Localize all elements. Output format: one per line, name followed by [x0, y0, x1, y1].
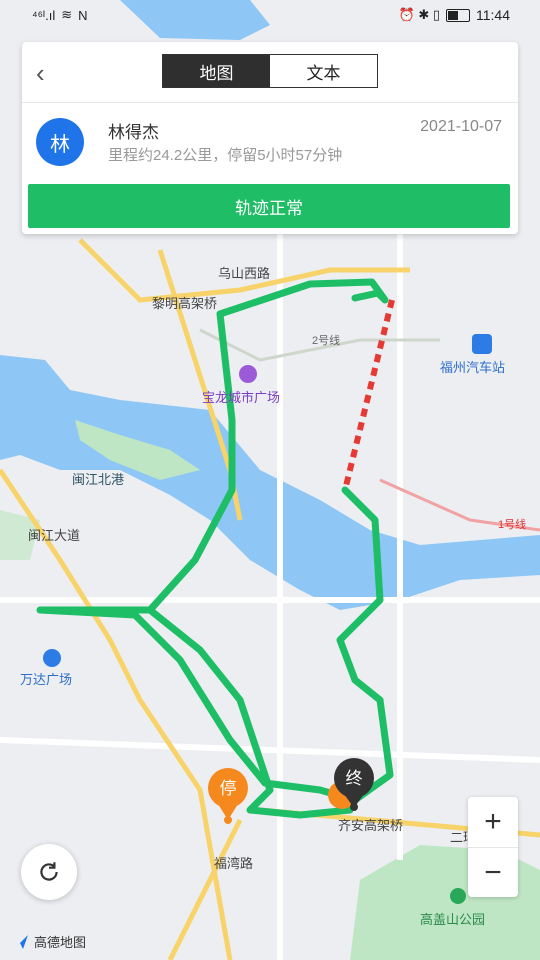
label-wanda: 万达广场: [20, 672, 72, 687]
divider: [22, 102, 518, 103]
track-status-button[interactable]: 轨迹正常: [28, 184, 510, 228]
tab-text[interactable]: 文本: [270, 55, 377, 87]
avatar: 林: [36, 118, 84, 166]
wifi-icon: ≋: [61, 7, 73, 22]
back-icon[interactable]: ‹: [36, 60, 60, 88]
label-bus: 福州汽车站: [440, 360, 505, 375]
battery-icon: [446, 8, 470, 22]
signal-icon: ⁴⁶ᴵ.ıl: [32, 7, 56, 23]
mall-icon: [239, 365, 257, 383]
trip-date: 2021-10-07: [420, 118, 502, 135]
zoom-control: + −: [468, 797, 518, 897]
status-icons: ⏰ ✱ ▯: [398, 7, 440, 22]
label-wushan: 乌山西路: [218, 266, 270, 281]
amap-logo: 高德地图: [12, 932, 86, 951]
label-baolong: 宝龙城市广场: [202, 390, 280, 405]
label-line2: 2号线: [312, 333, 340, 347]
nfc-icon: N: [78, 7, 88, 23]
amap-logo-icon: [14, 934, 28, 949]
park-icon: [450, 888, 466, 904]
label-liming: 黎明高架桥: [152, 296, 217, 311]
label-line1: 1号线: [498, 517, 526, 531]
label-qian: 齐安高架桥: [338, 818, 403, 833]
trip-card: ‹ 地图 文本 林 林得杰 2021-10-07 里程约24.2公里，停留5小时…: [22, 42, 518, 234]
user-name: 林得杰: [108, 123, 159, 142]
label-park: 高盖山公园: [420, 912, 485, 927]
label-minjiang-ave: 闽江大道: [28, 528, 80, 543]
status-bar: ⁴⁶ᴵ.ıl ≋ N ⏰ ✱ ▯ 11:44: [0, 0, 540, 30]
tab-map[interactable]: 地图: [163, 55, 270, 87]
wanda-icon: [43, 649, 61, 667]
zoom-out-button[interactable]: −: [468, 848, 518, 898]
refresh-button[interactable]: [21, 844, 77, 900]
stop-marker-label: 停: [220, 779, 237, 798]
view-toggle: 地图 文本: [162, 54, 378, 88]
amap-logo-text: 高德地图: [34, 935, 87, 950]
bus-station-icon: [472, 334, 492, 354]
label-minjiang-north: 闽江北港: [72, 472, 124, 487]
trip-summary: 里程约24.2公里，停留5小时57分钟: [108, 147, 343, 164]
refresh-icon: [40, 862, 58, 881]
status-time: 11:44: [476, 7, 510, 23]
label-fuwan: 福湾路: [214, 856, 253, 871]
zoom-in-button[interactable]: +: [468, 797, 518, 847]
end-marker-label: 终: [346, 769, 363, 788]
